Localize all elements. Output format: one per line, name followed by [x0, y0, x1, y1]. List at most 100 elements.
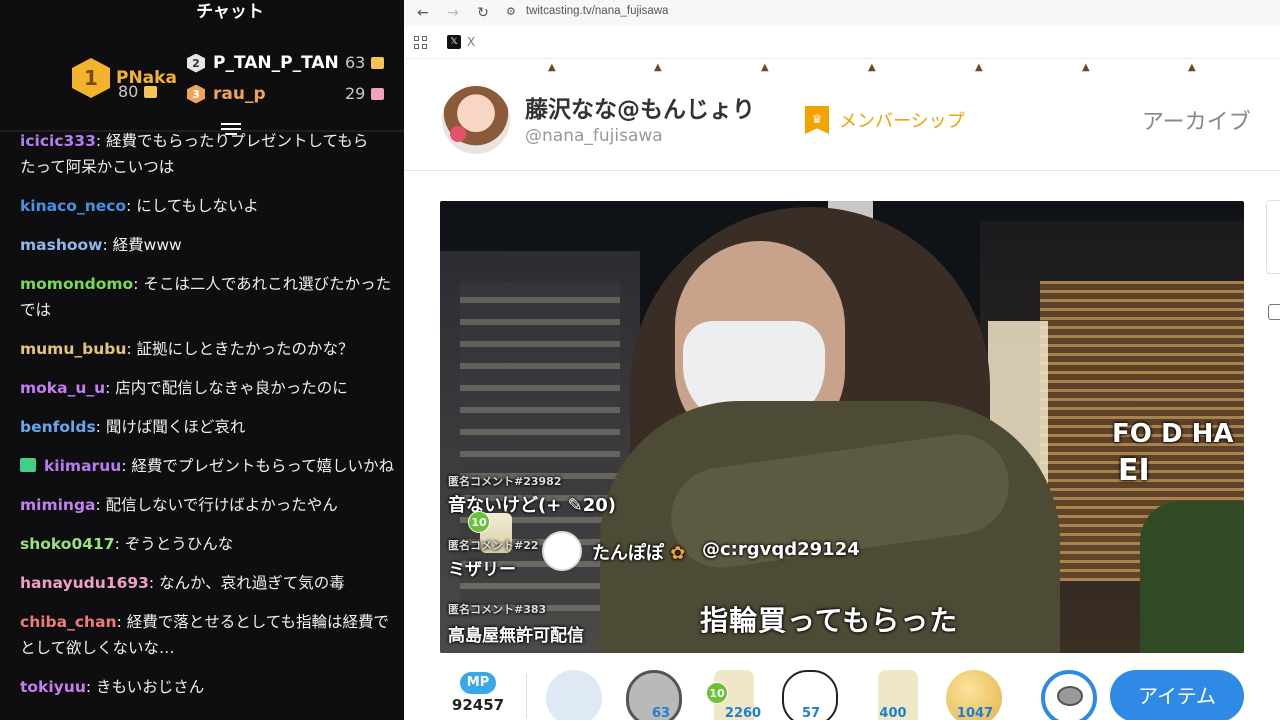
- decoration-icon: ▲: [548, 62, 556, 73]
- chat-message-list: icicic333: 経費でもらったりプレゼントしてもらたって阿呆かこいつは ki…: [20, 132, 404, 713]
- avatar[interactable]: [442, 86, 510, 154]
- level-badge: 10: [468, 511, 490, 533]
- chat-message: kinaco_neco: にしてもしないよ: [20, 193, 404, 219]
- bookmark-x[interactable]: X: [467, 35, 475, 49]
- chat-text: : きもいおじさん: [85, 678, 205, 696]
- comment-text: ミザリー: [448, 560, 516, 580]
- decoration-icon: ▲: [1082, 62, 1090, 73]
- item-ball[interactable]: 1047: [946, 670, 1004, 720]
- chat-text-continued: として欲しくないな…: [20, 639, 175, 657]
- chat-username[interactable]: chiba_chan: [20, 613, 117, 631]
- leaderboard-first[interactable]: 1 PNaka 80: [72, 58, 177, 101]
- chat-username[interactable]: benfolds: [20, 418, 96, 436]
- decoration-icon: ▲: [868, 62, 876, 73]
- decoration-icon: ▲: [654, 62, 662, 73]
- chat-username[interactable]: moka_u_u: [20, 379, 105, 397]
- back-arrow-icon[interactable]: ←: [408, 5, 438, 21]
- item-smile[interactable]: [546, 670, 604, 720]
- leader-points: 63: [345, 53, 385, 72]
- chat-username[interactable]: tokiyuu: [20, 678, 86, 696]
- leader-points: 29: [345, 84, 385, 103]
- chat-text-continued: たって阿呆かこいつは: [20, 158, 175, 176]
- side-panel-edge[interactable]: [1266, 200, 1280, 274]
- site-settings-icon[interactable]: ⚙: [506, 5, 516, 18]
- chat-message: hanayudu1693: なんか、哀れ過ぎて気の毒: [20, 570, 404, 596]
- archive-link[interactable]: アーカイブ: [1142, 104, 1251, 136]
- url-text[interactable]: twitcasting.tv/nana_fujisawa: [526, 5, 669, 17]
- chat-username[interactable]: hanayudu1693: [20, 574, 149, 592]
- chat-username[interactable]: icicic333: [20, 132, 96, 150]
- chat-username[interactable]: kinaco_neco: [20, 197, 126, 215]
- chat-panel: チャット 1 PNaka 80 2 P_TAN_P_TAN 63 3 rau_p…: [0, 0, 404, 720]
- chat-username[interactable]: kiimaruu: [44, 457, 121, 475]
- chat-message: miminga: 配信しないで行けばよかったやん: [20, 492, 404, 518]
- item-character[interactable]: 57: [782, 670, 840, 720]
- chat-username[interactable]: mashoow: [20, 236, 103, 254]
- chat-text-continued: では: [20, 301, 52, 319]
- gift-user-avatar: [542, 531, 582, 571]
- item-cup[interactable]: 400: [870, 670, 928, 720]
- item-coin[interactable]: 63: [626, 670, 684, 720]
- video-player[interactable]: FO D HA EI 匿名コメント#23982 音ないけど(+ ✎20) 10 …: [440, 201, 1244, 653]
- gift-user-handle: @c:rgvqd29124: [702, 539, 860, 560]
- header-decoration: ▲ ▲ ▲ ▲ ▲ ▲ ▲: [404, 58, 1280, 74]
- chat-message: chiba_chan: 経費で落とせるとしても指輪は経費でとして欲しくないな…: [20, 609, 404, 661]
- profile-header: 藤沢なな@もんじょり @nana_fujisawa ♛ メンバーシップ アーカイ…: [442, 86, 1272, 166]
- item-count: 63: [651, 706, 671, 720]
- chat-username[interactable]: momondomo: [20, 275, 133, 293]
- item-drink[interactable]: 10 2260: [706, 670, 764, 720]
- item-count: 57: [801, 706, 821, 720]
- mp-counter[interactable]: MP 92457: [450, 672, 506, 714]
- live-subtitle: 指輪買ってもらった: [700, 604, 959, 637]
- divider: [404, 170, 1280, 171]
- leader-name: rau_p: [213, 84, 266, 104]
- pen-icon: ✎: [567, 495, 583, 516]
- item-bar: MP 92457 63 10 2260 57 400 1047 アイテム: [404, 668, 1280, 720]
- rank-2-badge-icon: 2: [187, 53, 205, 73]
- sign-text: D HA: [1160, 419, 1234, 449]
- profile-name[interactable]: 藤沢なな@もんじょり: [525, 90, 755, 124]
- item-button[interactable]: アイテム: [1110, 670, 1244, 720]
- forward-arrow-icon[interactable]: →: [438, 5, 468, 21]
- sign-text: FO: [1112, 419, 1152, 449]
- gift-badge-icon: [20, 458, 36, 472]
- rank-3-badge-icon: 3: [187, 84, 205, 104]
- x-logo-icon[interactable]: 𝕏: [447, 35, 461, 49]
- screen: チャット 1 PNaka 80 2 P_TAN_P_TAN 63 3 rau_p…: [0, 0, 1280, 720]
- chat-text: : ぞうとうひんな: [114, 535, 234, 553]
- chat-text: : そこは二人であれこれ選びたかった: [133, 275, 392, 293]
- leader-points: 80: [118, 82, 158, 101]
- bookmarks-bar: 𝕏 X: [404, 30, 1280, 54]
- chat-text: : 経費で落とせるとしても指輪は経費で: [116, 613, 389, 631]
- leaderboard-third[interactable]: 3 rau_p 29: [187, 84, 385, 104]
- leaderboard-second[interactable]: 2 P_TAN_P_TAN 63: [187, 53, 385, 73]
- checkbox-edge[interactable]: [1268, 304, 1280, 320]
- chat-title: チャット: [196, 2, 264, 22]
- flower-icon: ✿: [670, 543, 686, 564]
- item-count: 2260: [724, 706, 762, 720]
- chat-username[interactable]: mumu_bubu: [20, 340, 126, 358]
- comment-amount: 20): [582, 495, 616, 516]
- chat-text: : 経費でもらったりプレゼントしてもら: [95, 132, 369, 150]
- gift-icon: [371, 56, 385, 69]
- mp-badge: MP: [460, 672, 496, 694]
- membership-label: メンバーシップ: [839, 111, 965, 132]
- chat-message: kiimaruu: 経費でプレゼントもらって嬉しいかね: [20, 453, 404, 479]
- selected-coin-item[interactable]: [1041, 670, 1097, 720]
- chat-message: moka_u_u: 店内で配信しなきゃ良かったのに: [20, 375, 404, 401]
- apps-grid-icon[interactable]: [414, 35, 427, 49]
- store-sign: EI: [1118, 453, 1150, 488]
- reload-icon[interactable]: ↻: [468, 5, 498, 21]
- chat-username[interactable]: miminga: [20, 496, 96, 514]
- comment-author: 匿名コメント#22: [448, 539, 539, 552]
- gift-user: たんぽぽ: [592, 543, 664, 564]
- gift-user-name: たんぽぽ ✿: [592, 539, 685, 565]
- chat-username[interactable]: shoko0417: [20, 535, 115, 553]
- chat-text: : 配信しないで行けばよかったやん: [95, 496, 338, 514]
- membership-button[interactable]: ♛ メンバーシップ: [805, 106, 965, 134]
- rank-1-badge-icon: 1: [72, 58, 110, 98]
- chat-message: benfolds: 聞けば聞くほど哀れ: [20, 414, 404, 440]
- chat-text: : 経費www: [102, 236, 182, 254]
- address-bar[interactable]: ⚙ twitcasting.tv/nana_fujisawa: [506, 0, 668, 22]
- chat-text: : 経費でプレゼントもらって嬉しいかね: [121, 457, 395, 475]
